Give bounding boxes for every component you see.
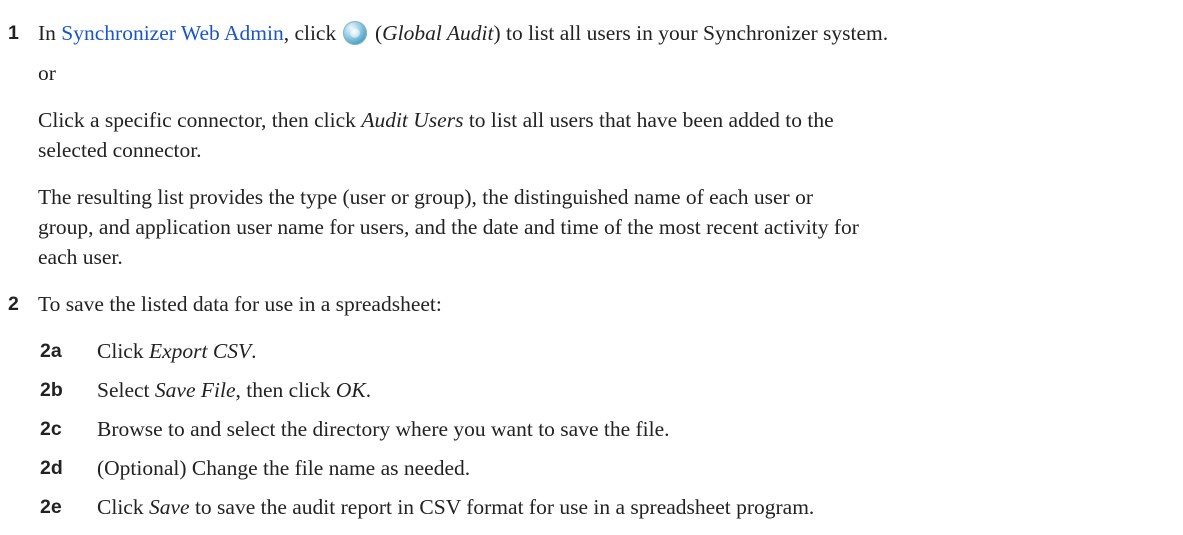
substep-2e-text: Click Save to save the audit report in C… [97, 492, 814, 522]
substep-2b-text: Select Save File, then click OK. [97, 375, 371, 405]
or-text: or [38, 61, 56, 85]
step-1-number: 1 [8, 22, 19, 44]
substep-2d-text: (Optional) Change the file name as neede… [97, 456, 471, 480]
connector-post: to list all users that have been added t… [463, 108, 834, 132]
step-1-mid: , click [283, 21, 342, 45]
substep-2a-pre: Click [97, 339, 149, 363]
substep-label: 2d [40, 457, 63, 479]
step-1-connector-line2: selected connector. [38, 138, 202, 162]
save-label: Save [148, 495, 190, 519]
step-1-rest: ) to list all users in your Synchronizer… [493, 21, 889, 45]
substep-2e-pre: Click [97, 495, 149, 519]
result-line-1: The resulting list provides the type (us… [38, 185, 813, 209]
substep-2b-mid: , then click [235, 378, 336, 402]
substep-label: 2e [40, 496, 62, 518]
substep-label: 2a [40, 340, 62, 362]
substep-2a-text: Click Export CSV. [97, 336, 256, 366]
step-2-number: 2 [8, 293, 19, 315]
substep-2b-pre: Select [97, 378, 155, 402]
save-file-label: Save File [154, 378, 236, 402]
step-2-intro: To save the listed data for use in a spr… [38, 292, 442, 316]
step-1-paren: ( [369, 21, 383, 45]
substep-label: 2b [40, 379, 63, 401]
substep-2e-post: to save the audit report in CSV format f… [189, 495, 815, 519]
substep-2c-text: Browse to and select the directory where… [97, 417, 670, 441]
substep-2b-post: . [365, 378, 372, 402]
step-1-connector-line1: Click a specific connector, then click A… [38, 105, 834, 135]
export-csv-label: Export CSV [148, 339, 252, 363]
connector-pre: Click a specific connector, then click [38, 108, 362, 132]
result-line-3: each user. [38, 245, 123, 269]
step-1-text: In Synchronizer Web Admin, click (Global… [38, 18, 888, 48]
ok-label: OK [335, 378, 366, 402]
substep-2a-post: . [251, 339, 257, 363]
synchronizer-web-admin-link[interactable]: Synchronizer Web Admin [61, 21, 283, 45]
step-1-pre: In [38, 21, 62, 45]
global-audit-icon[interactable] [342, 21, 367, 45]
result-line-2: group, and application user name for use… [38, 215, 859, 239]
audit-users-label: Audit Users [361, 108, 464, 132]
substep-label: 2c [40, 418, 62, 440]
global-audit-label: Global Audit [382, 21, 494, 45]
